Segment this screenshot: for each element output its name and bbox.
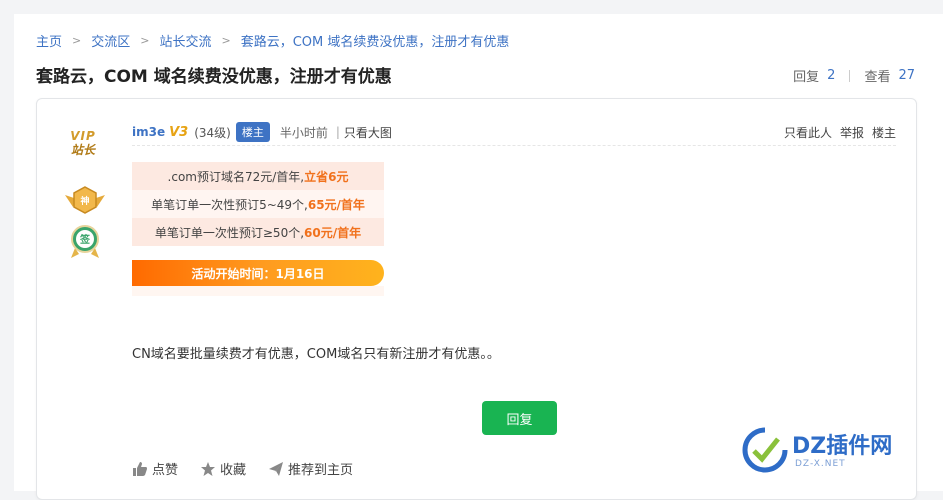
author-name[interactable]: im3e: [132, 125, 165, 139]
view-count-label: 查看: [864, 70, 891, 85]
breadcrumb: 主页 > 交流区 > 站长交流 > 套路云，COM 域名续费没优惠，注册才有优惠: [36, 31, 509, 50]
post-tools: 只看此人 举报 楼主: [784, 124, 896, 141]
report-link[interactable]: 举报: [840, 124, 864, 141]
chevron-right-icon: >: [140, 34, 150, 47]
vip-badge: VIP 站长: [63, 130, 103, 156]
promo-highlight: 立省6元: [304, 169, 349, 184]
favorite-action[interactable]: 收藏: [200, 459, 246, 478]
header-separator: |: [335, 125, 340, 139]
sign-medal-icon[interactable]: 签: [67, 224, 103, 260]
promo-text: 单笔订单一次性预订5~49个,: [151, 197, 308, 212]
recommend-label: 推荐到主页: [288, 463, 354, 478]
promo-text: 单笔订单一次性预订≥50个,: [154, 225, 305, 240]
promo-text: .com预订域名72元/首年,: [167, 169, 305, 184]
star-icon: [201, 461, 216, 476]
like-action[interactable]: 点赞: [132, 459, 178, 478]
promo-highlight: 65元/首年: [307, 197, 365, 212]
page-panel: 主页 > 交流区 > 站长交流 > 套路云，COM 域名续费没优惠，注册才有优惠…: [14, 14, 943, 500]
post-actions: 点赞 收藏 推荐到主页: [132, 459, 375, 478]
post-header: im3e V3 (34级) 楼主 半小时前 | 只看大图 只看此人 举报 楼主: [132, 119, 896, 146]
chevron-right-icon: >: [221, 34, 231, 47]
view-big-image-link[interactable]: 只看大图: [344, 124, 392, 141]
vip-level-badge: V3: [169, 124, 189, 140]
promo-row: 单笔订单一次性预订≥50个, 60元/首年: [132, 218, 384, 246]
stats-divider: [849, 69, 851, 82]
watermark-text: DZ插件网: [792, 434, 893, 459]
thread-title: 套路云，COM 域名续费没优惠，注册才有优惠: [36, 67, 392, 87]
breadcrumb-home[interactable]: 主页: [36, 31, 62, 50]
author-level: (34级): [194, 125, 231, 140]
vip-title: 站长: [70, 143, 95, 157]
site-watermark: DZ插件网 DZ-X.NET: [740, 425, 940, 485]
promo-highlight: 60元/首年: [304, 225, 362, 240]
favorite-label: 收藏: [220, 463, 247, 478]
reply-count: 2: [827, 68, 836, 83]
promo-image: .com预订域名72元/首年, 立省6元 单笔订单一次性预订5~49个, 65元…: [132, 162, 384, 298]
svg-text:神: 神: [80, 195, 89, 207]
svg-text:签: 签: [79, 233, 91, 246]
thread-stats: 回复 2 查看 27: [793, 66, 915, 85]
reply-count-label: 回复: [793, 70, 820, 85]
watermark-sub: DZ-X.NET: [795, 459, 846, 469]
post-time: 半小时前: [279, 125, 328, 140]
send-icon: [269, 461, 284, 476]
like-label: 点赞: [152, 463, 179, 478]
vip-label: VIP: [70, 129, 96, 143]
owner-tag: 楼主: [235, 122, 270, 142]
only-this-author-link[interactable]: 只看此人: [784, 124, 832, 141]
promo-row: .com预订域名72元/首年, 立省6元: [132, 162, 384, 190]
god-medal-icon[interactable]: 神: [63, 185, 107, 217]
floor-label: 楼主: [871, 125, 896, 140]
post-content: CN域名要批量续费才有优惠，COM域名只有新注册才有优惠。。: [132, 347, 500, 362]
reply-button[interactable]: 回复: [482, 401, 557, 435]
recommend-action[interactable]: 推荐到主页: [268, 459, 353, 478]
chevron-right-icon: >: [72, 34, 82, 47]
promo-banner: 活动开始时间：1月16日: [132, 260, 384, 286]
view-count: 27: [898, 68, 915, 83]
breadcrumb-board[interactable]: 站长交流: [159, 31, 211, 50]
promo-footer: [132, 286, 384, 296]
breadcrumb-thread[interactable]: 套路云，COM 域名续费没优惠，注册才有优惠: [241, 31, 510, 50]
dz-logo-icon: [742, 427, 788, 473]
breadcrumb-forum[interactable]: 交流区: [91, 31, 130, 50]
thumbs-up-icon: [133, 461, 147, 476]
promo-row: 单笔订单一次性预订5~49个, 65元/首年: [132, 190, 384, 218]
